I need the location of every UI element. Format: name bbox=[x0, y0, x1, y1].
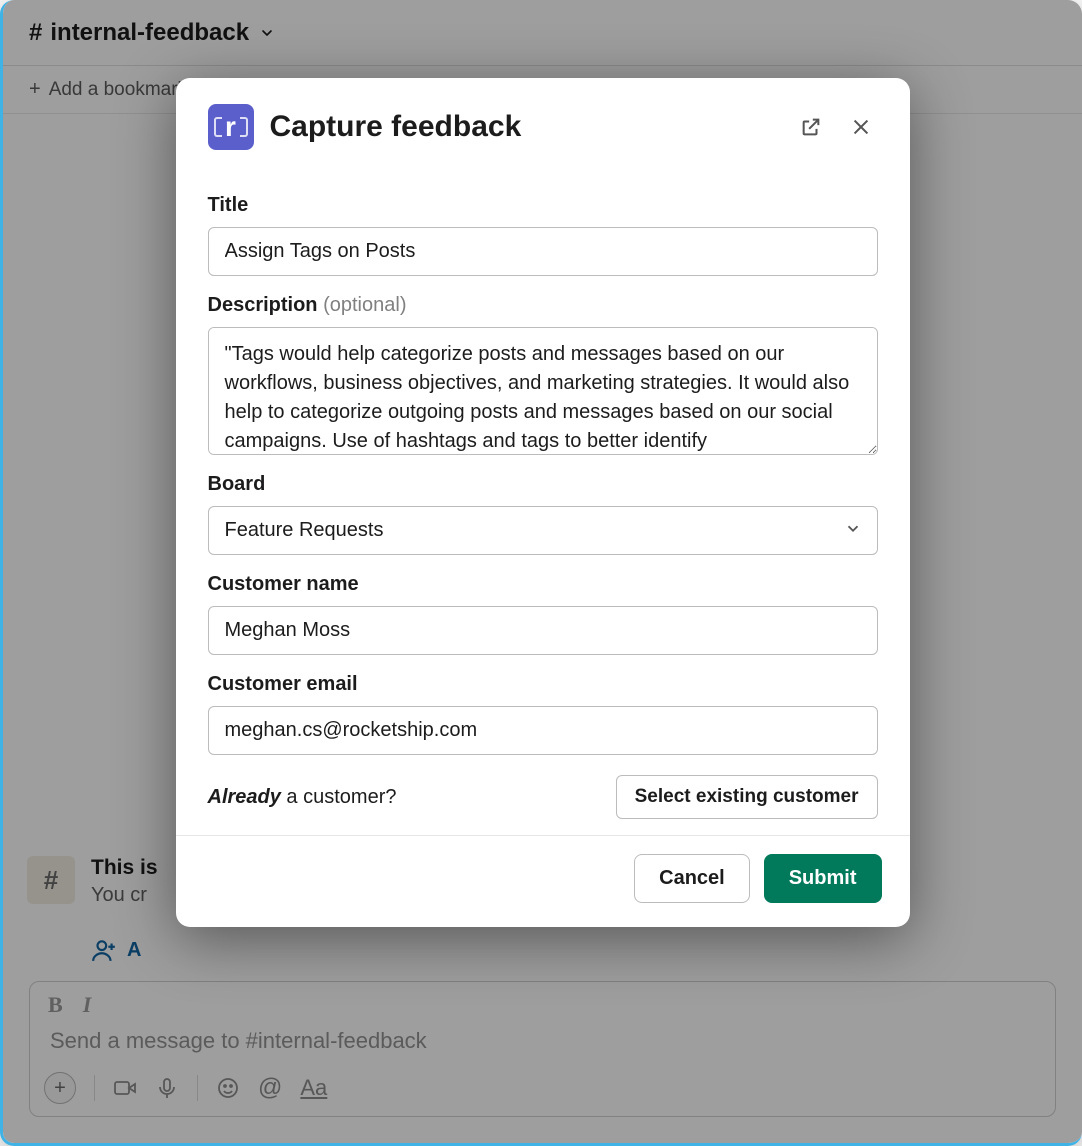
already-customer-text: Already a customer? bbox=[208, 786, 397, 809]
description-label: Description (optional) bbox=[208, 294, 878, 317]
close-icon bbox=[850, 116, 872, 138]
channel-hash: # bbox=[29, 19, 42, 47]
intro-text: This is You cr bbox=[91, 856, 158, 907]
description-input[interactable] bbox=[208, 327, 878, 455]
plus-icon: + bbox=[29, 78, 41, 101]
intro-line1: This is bbox=[91, 856, 158, 880]
optional-hint: (optional) bbox=[323, 294, 406, 316]
divider bbox=[197, 1075, 198, 1101]
customer-name-label: Customer name bbox=[208, 573, 878, 596]
modal-title: Capture feedback bbox=[270, 110, 778, 144]
close-button[interactable] bbox=[844, 110, 878, 144]
title-input[interactable] bbox=[208, 227, 878, 276]
add-people-label: A bbox=[127, 939, 141, 962]
bookmark-prompt: Add a bookmark bbox=[49, 79, 187, 101]
emoji-icon[interactable] bbox=[216, 1076, 240, 1100]
open-external-button[interactable] bbox=[794, 110, 828, 144]
modal-header: r Capture feedback bbox=[176, 78, 910, 158]
mention-icon[interactable]: @ bbox=[258, 1074, 282, 1102]
customer-email-label: Customer email bbox=[208, 673, 878, 696]
customer-email-input[interactable] bbox=[208, 706, 878, 755]
modal-footer: Cancel Submit bbox=[176, 835, 910, 927]
external-link-icon bbox=[800, 116, 822, 138]
bold-icon[interactable]: B bbox=[48, 992, 63, 1018]
add-people-button[interactable]: A bbox=[91, 937, 1058, 963]
chevron-down-icon bbox=[259, 25, 275, 41]
select-existing-customer-button[interactable]: Select existing customer bbox=[616, 775, 878, 819]
add-person-icon bbox=[91, 937, 117, 963]
already-customer-row: Already a customer? Select existing cust… bbox=[208, 775, 878, 819]
customer-name-input[interactable] bbox=[208, 606, 878, 655]
divider bbox=[94, 1075, 95, 1101]
cancel-button[interactable]: Cancel bbox=[634, 854, 750, 903]
hash-icon: # bbox=[27, 856, 75, 904]
channel-header[interactable]: # internal-feedback bbox=[3, 0, 1082, 66]
submit-button[interactable]: Submit bbox=[764, 854, 882, 903]
app-logo-icon: r bbox=[208, 104, 254, 150]
message-composer[interactable]: B I Send a message to #internal-feedback… bbox=[29, 981, 1056, 1117]
mic-icon[interactable] bbox=[155, 1076, 179, 1100]
board-select[interactable] bbox=[208, 506, 878, 555]
channel-name: internal-feedback bbox=[50, 19, 249, 47]
video-icon[interactable] bbox=[113, 1076, 137, 1100]
composer-action-row: + @ Aa bbox=[30, 1064, 1055, 1116]
board-select-wrap bbox=[208, 506, 878, 555]
title-label: Title bbox=[208, 194, 878, 217]
attach-button[interactable]: + bbox=[44, 1072, 76, 1104]
composer-input[interactable]: Send a message to #internal-feedback bbox=[30, 1024, 1055, 1064]
intro-line2: You cr bbox=[91, 884, 158, 907]
format-icon[interactable]: Aa bbox=[300, 1075, 327, 1101]
italic-icon[interactable]: I bbox=[83, 992, 92, 1018]
board-label: Board bbox=[208, 473, 878, 496]
app-frame: # internal-feedback + Add a bookmark # T… bbox=[0, 0, 1082, 1146]
composer-format-row: B I bbox=[30, 982, 1055, 1024]
modal-body: Title Description (optional) Board Custo… bbox=[176, 158, 910, 835]
capture-feedback-modal: r Capture feedback Title Description (op… bbox=[176, 78, 910, 927]
